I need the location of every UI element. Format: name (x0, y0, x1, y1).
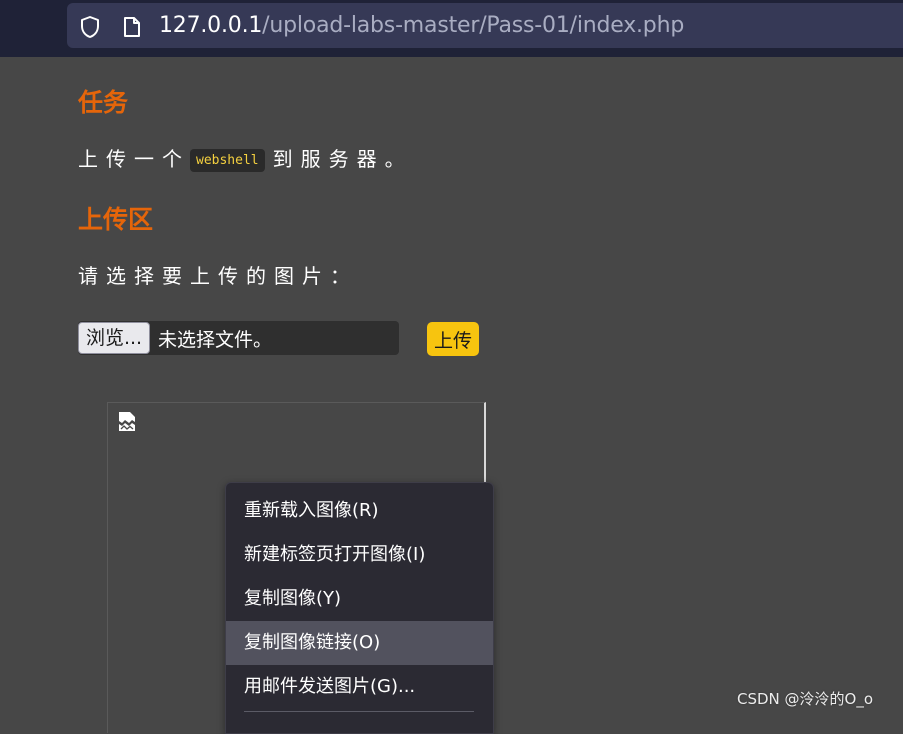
menu-separator (244, 711, 474, 712)
menu-item-reload-image[interactable]: 重新载入图像(R) (226, 489, 493, 533)
page-icon[interactable] (122, 15, 142, 39)
task-heading: 任务 (78, 88, 129, 117)
context-menu: 重新载入图像(R) 新建标签页打开图像(I) 复制图像(Y) 复制图像链接(O)… (225, 482, 494, 734)
url-path: /upload-labs-master/Pass-01/index.php (262, 13, 685, 38)
code-webshell: webshell (190, 149, 265, 172)
task-text-after: 到服务器。 (272, 147, 413, 171)
url-text[interactable]: 127.0.0.1/upload-labs-master/Pass-01/ind… (159, 12, 684, 40)
address-bar[interactable]: 127.0.0.1/upload-labs-master/Pass-01/ind… (67, 3, 903, 48)
url-host: 127.0.0.1 (159, 13, 263, 38)
menu-item-email-image[interactable]: 用邮件发送图片(G)... (226, 665, 493, 709)
task-description: 上传一个 webshell 到服务器。 (78, 143, 413, 172)
menu-item-copy-image-link[interactable]: 复制图像链接(O) (226, 621, 493, 665)
upload-heading: 上传区 (78, 205, 154, 234)
no-file-text: 未选择文件。 (158, 329, 273, 351)
file-input[interactable]: 浏览... 未选择文件。 (78, 321, 399, 355)
upload-prompt: 请选择要上传的图片： (78, 264, 358, 288)
menu-item-open-image-new-tab[interactable]: 新建标签页打开图像(I) (226, 533, 493, 577)
watermark: CSDN @泠泠的O_o (737, 690, 874, 708)
task-text-before: 上传一个 (78, 147, 190, 171)
browse-button[interactable]: 浏览... (78, 322, 150, 354)
menu-item-copy-image[interactable]: 复制图像(Y) (226, 577, 493, 621)
browser-toolbar: 127.0.0.1/upload-labs-master/Pass-01/ind… (0, 0, 903, 57)
shield-icon[interactable] (79, 15, 101, 39)
upload-button[interactable]: 上传 (427, 322, 479, 356)
broken-image-icon (119, 412, 135, 431)
